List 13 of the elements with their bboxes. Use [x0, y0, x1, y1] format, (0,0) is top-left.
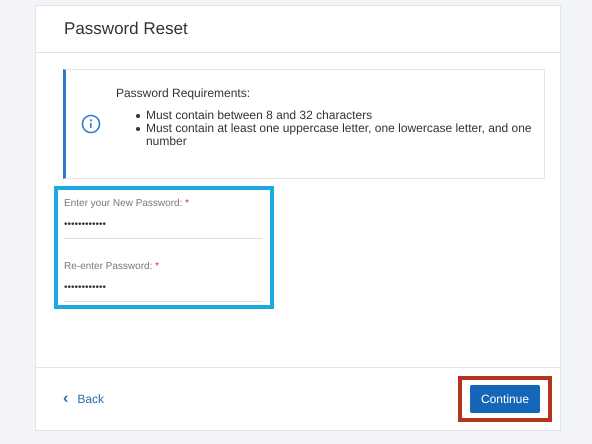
requirements-heading: Password Requirements:	[116, 86, 252, 100]
requirement-text: Must contain at least one uppercase letter, one lowercase letter, and one number	[146, 122, 533, 148]
password-field[interactable]: ••••••••••••	[64, 280, 262, 302]
requirement-text: Must contain between 8 and 32 characters	[146, 108, 372, 122]
field-label: Re-enter Password: *	[64, 260, 160, 274]
back-link[interactable]: ‹ Back	[63, 390, 104, 408]
password-field[interactable]: ••••••••••••	[64, 217, 262, 239]
page-title: Password Reset	[64, 18, 188, 40]
field-label: Enter your New Password: *	[64, 197, 190, 211]
bullet-icon	[136, 126, 140, 130]
bullet-icon	[136, 114, 140, 118]
continue-button[interactable]: Continue	[470, 385, 540, 413]
info-icon	[81, 114, 101, 134]
